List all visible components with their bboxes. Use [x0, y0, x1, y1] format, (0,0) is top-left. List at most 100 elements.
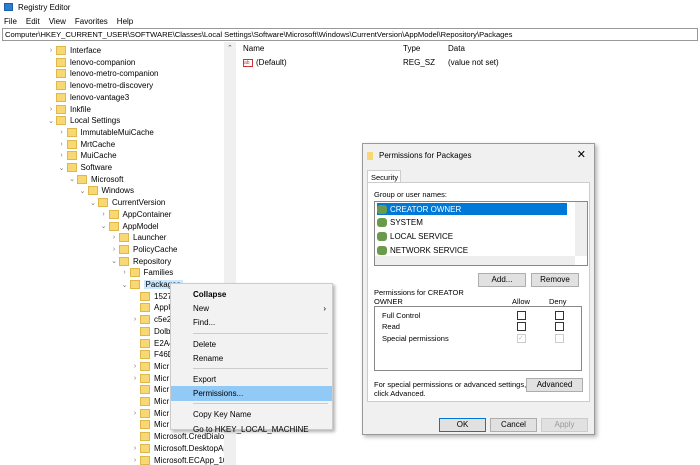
chevron-down-icon[interactable]: ⌄: [78, 187, 88, 195]
context-menu-item[interactable]: Delete: [171, 337, 332, 352]
tree-item-label: CurrentVersion: [112, 198, 166, 208]
security-panel: Group or user names: CREATOR OWNER SYSTE…: [367, 182, 590, 402]
folder-icon: [108, 221, 119, 231]
add-button[interactable]: Add...: [478, 273, 526, 287]
context-menu: Collapse New › Find... Delete Rename Export Per…: [170, 283, 333, 434]
chevron-right-icon[interactable]: ›: [57, 152, 67, 159]
chevron-right-icon[interactable]: ›: [46, 106, 56, 113]
advanced-hint-2: click Advanced.: [374, 389, 426, 398]
context-menu-item[interactable]: Copy Key Name: [171, 407, 332, 422]
users-list[interactable]: CREATOR OWNER SYSTEM LOCAL SERVICE NETWO…: [374, 201, 588, 266]
close-icon[interactable]: ✕: [577, 148, 586, 161]
deny-header: Deny: [549, 297, 567, 306]
menu-edit[interactable]: Edit: [26, 17, 40, 26]
menu-view[interactable]: View: [49, 17, 66, 26]
context-menu-item[interactable]: Go to HKEY_LOCAL_MACHINE: [171, 422, 332, 437]
chevron-right-icon[interactable]: ›: [46, 47, 56, 54]
tree-item-label: Interface: [70, 46, 102, 55]
address-bar[interactable]: Computer\HKEY_CURRENT_USER\SOFTWARE\Clas…: [2, 28, 698, 41]
folder-icon: [140, 443, 150, 453]
permissions-label-owner: OWNER: [374, 297, 403, 306]
registry-editor-icon: [4, 3, 13, 11]
horizontal-scrollbar[interactable]: [375, 256, 575, 265]
chevron-right-icon[interactable]: ›: [109, 234, 119, 241]
chevron-down-icon[interactable]: ⌄: [57, 164, 67, 172]
user-item[interactable]: NETWORK SERVICE: [377, 244, 567, 256]
context-menu-item[interactable]: Export: [171, 372, 332, 387]
folder-icon: [56, 69, 66, 79]
folder-icon: [140, 338, 150, 348]
value-name: (Default): [256, 58, 287, 67]
read-allow-checkbox[interactable]: [517, 322, 526, 331]
chevron-right-icon[interactable]: ›: [130, 375, 140, 382]
tree-item-label: MuiCache: [80, 151, 117, 161]
perm-name: Full Control: [382, 311, 421, 320]
tree-item-label: Microsoft.ECApp_10.: [154, 455, 230, 465]
folder-icon: [119, 244, 129, 254]
chevron-down-icon[interactable]: ⌄: [46, 117, 56, 125]
string-value-icon: ab: [243, 58, 253, 67]
chevron-down-icon[interactable]: ⌄: [88, 199, 98, 207]
cancel-button[interactable]: Cancel: [490, 418, 537, 432]
context-menu-item[interactable]: Find...: [171, 315, 332, 330]
remove-button[interactable]: Remove: [531, 273, 579, 287]
col-type[interactable]: Type: [403, 44, 448, 53]
folder-icon: [140, 420, 150, 430]
chevron-right-icon[interactable]: ›: [130, 410, 140, 417]
permissions-list: Full Control Read Special permissions ✓: [374, 306, 582, 371]
tree-item-label: Micr: [154, 420, 170, 430]
context-menu-item[interactable]: Collapse: [171, 287, 332, 302]
folder-icon: [66, 151, 77, 161]
chevron-right-icon[interactable]: ›: [130, 457, 140, 464]
advanced-button[interactable]: Advanced: [526, 378, 583, 392]
tree-item-label: Microsoft.DesktopAp: [154, 443, 228, 453]
col-name[interactable]: Name: [243, 44, 403, 53]
user-item[interactable]: SYSTEM: [377, 216, 567, 228]
folder-icon: [56, 57, 66, 67]
context-menu-item[interactable]: New ›: [171, 301, 332, 316]
values-header: Name Type Data: [243, 44, 465, 53]
user-item[interactable]: LOCAL SERVICE: [377, 230, 567, 242]
menu-help[interactable]: Help: [117, 17, 133, 26]
chevron-right-icon[interactable]: ›: [57, 129, 67, 136]
chevron-right-icon[interactable]: ›: [130, 445, 140, 452]
user-item[interactable]: CREATOR OWNER: [377, 203, 567, 215]
menu-separator: [193, 332, 328, 334]
menu-file[interactable]: File: [4, 17, 17, 26]
chevron-right-icon[interactable]: ›: [99, 211, 109, 218]
chevron-down-icon[interactable]: ⌄: [67, 175, 77, 183]
full-control-allow-checkbox[interactable]: [517, 311, 526, 320]
folder-icon: [119, 233, 129, 243]
folder-icon: [140, 326, 150, 336]
chevron-down-icon[interactable]: ⌄: [99, 222, 109, 230]
value-row[interactable]: ab (Default) REG_SZ (value not set): [243, 58, 499, 67]
permissions-label: Permissions for CREATOR: [374, 288, 464, 297]
chevron-right-icon[interactable]: ›: [120, 269, 130, 276]
tree-item-label: c5e2: [154, 315, 172, 325]
perm-name: Special permissions: [382, 334, 449, 343]
vertical-scrollbar[interactable]: [575, 202, 587, 256]
col-data[interactable]: Data: [448, 44, 465, 53]
folder-icon: [87, 186, 98, 196]
folder-icon: [140, 315, 150, 325]
chevron-right-icon[interactable]: ›: [57, 141, 67, 148]
chevron-right-icon[interactable]: ›: [130, 363, 140, 370]
full-control-deny-checkbox[interactable]: [555, 311, 564, 320]
scroll-up-icon[interactable]: ⌃: [227, 44, 233, 52]
ok-button[interactable]: OK: [439, 418, 486, 432]
context-menu-item[interactable]: Rename: [171, 351, 332, 366]
chevron-right-icon[interactable]: ›: [130, 316, 140, 323]
chevron-down-icon[interactable]: ⌄: [109, 257, 119, 265]
tree-item-label: Micr: [154, 385, 170, 395]
menu-favorites[interactable]: Favorites: [75, 17, 108, 26]
context-menu-item[interactable]: Permissions...: [171, 386, 332, 402]
chevron-right-icon[interactable]: ›: [109, 246, 119, 253]
tree-item-label: Families: [143, 268, 174, 278]
title-bar: Registry Editor: [0, 0, 700, 14]
tree-item[interactable]: › Microsoft.ECApp_10.: [130, 453, 230, 465]
tree-item-label: lenovo-vantage3: [70, 92, 130, 102]
user-group-icon: [377, 217, 387, 227]
tree-item-label: Inkfile: [70, 104, 91, 114]
chevron-down-icon[interactable]: ⌄: [120, 281, 130, 289]
read-deny-checkbox[interactable]: [555, 322, 564, 331]
